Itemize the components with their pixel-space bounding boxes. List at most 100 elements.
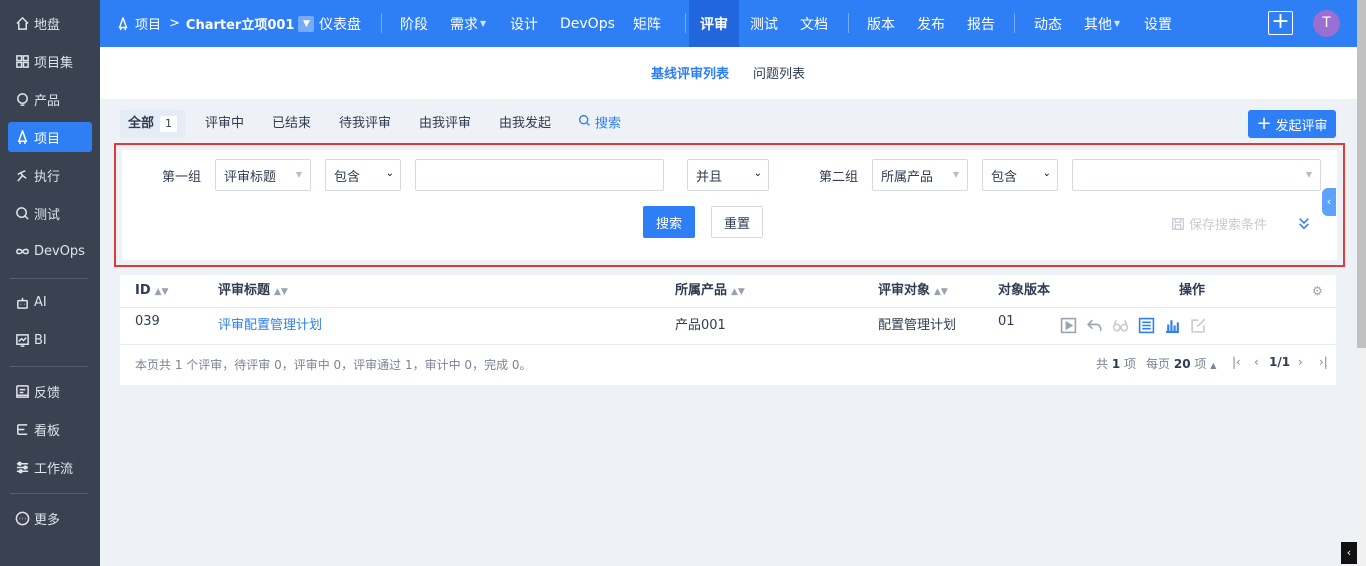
subtab-issue-list[interactable]: 问题列表 [753,63,805,82]
last-page-icon[interactable]: ›| [1319,355,1328,369]
group1-operator-select[interactable]: 包含 ⌄ [325,159,401,191]
nav-divider [848,13,849,33]
sidebar-item-project[interactable]: 项目 [8,122,92,152]
tab-all[interactable]: 全部 1 [120,110,186,138]
sidebar-divider [10,493,88,494]
sidebar-item-feedback[interactable]: 反馈 [8,376,92,406]
tab-version[interactable]: 版本 [867,0,895,47]
sort-icon: ▲▼ [934,287,948,297]
double-chevron-down-icon[interactable] [1297,216,1311,234]
chevron-down-icon[interactable]: ▼ [298,15,315,32]
logic-select[interactable]: 并且 ⌄ [687,159,769,191]
select-value: 包含 [334,169,361,185]
avatar[interactable]: T [1313,10,1340,37]
sidebar-item-label: 看板 [34,423,61,439]
sidebar-item-workflow[interactable]: 工作流 [8,452,92,482]
nav-divider [1014,13,1015,33]
breadcrumb-root[interactable]: 项目 [135,14,161,33]
pager-total-prefix: 共 [1096,357,1109,371]
sort-icon: ▲▼ [731,287,745,297]
sidebar-item-devops[interactable]: DevOps [8,236,92,266]
tab-reviewed-by-me[interactable]: 由我评审 [419,110,471,138]
sidebar-item-ai[interactable]: AI [8,287,92,317]
tab-design[interactable]: 设计 [510,0,538,47]
sidebar-item-bi[interactable]: BI [8,325,92,355]
group1-value-input[interactable] [415,159,664,191]
sidebar-item-product[interactable]: 产品 [8,84,92,114]
collapse-left-icon[interactable]: ‹ [1341,542,1357,564]
undo-icon[interactable] [1085,316,1103,334]
nav-divider [381,13,382,33]
group2-operator-select[interactable]: 包含 ⌄ [982,159,1058,191]
bar-chart-icon[interactable] [1163,316,1181,334]
search-toggle[interactable]: 搜索 [578,110,621,138]
table-summary: 本页共 1 个评审，待评审 0，评审中 0，评审通过 1，审计中 0，完成 0。 [135,358,532,372]
project-name[interactable]: Charter立项001 [186,14,295,33]
tab-activity[interactable]: 动态 [1034,0,1062,47]
tab-matrix[interactable]: 矩阵 [633,0,661,47]
sidebar-item-kanban[interactable]: 看板 [8,414,92,444]
group1-label: 第一组 [162,170,202,185]
rocket-icon [14,129,30,145]
tab-finished[interactable]: 已结束 [272,110,311,138]
save-search-condition[interactable]: 保存搜索条件 [1171,214,1267,233]
sidebar-item-test[interactable]: 测试 [8,198,92,228]
tab-release[interactable]: 发布 [917,0,945,47]
workflow-icon [14,459,30,475]
reset-button[interactable]: 重置 [711,206,763,238]
sidebar-item-program[interactable]: 项目集 [8,46,92,76]
add-icon[interactable]: + [1268,11,1293,35]
settings-icon[interactable]: ⚙ [1312,275,1323,307]
tab-reviewing[interactable]: 评审中 [205,110,244,138]
sidebar-item-execution[interactable]: 执行 [8,160,92,190]
tab-stage[interactable]: 阶段 [400,0,428,47]
tab-doc[interactable]: 文档 [800,0,828,47]
column-header-id[interactable]: ID ▲▼ [135,275,168,307]
create-review-button[interactable]: + 发起评审 [1248,110,1336,138]
scrollbar-thumb[interactable] [1357,0,1366,348]
group2-field-select[interactable]: 所属产品 ▼ [872,159,968,191]
column-header-version[interactable]: 对象版本 [998,275,1050,307]
tab-settings[interactable]: 设置 [1144,0,1172,47]
subtab-baseline-review-list[interactable]: 基线评审列表 [651,63,729,82]
tab-devops[interactable]: DevOps [560,0,615,47]
first-page-icon[interactable]: |‹ [1232,355,1241,369]
search-label: 搜索 [595,116,622,132]
magnifier-test-icon [14,205,30,221]
page-size-select[interactable]: 每页 20 项 ▲ [1146,355,1216,372]
submit-review-icon[interactable] [1059,316,1077,334]
select-value: 并且 [696,169,723,185]
tab-other[interactable]: 其他 ▼ [1084,0,1120,47]
tab-created-by-me[interactable]: 由我发起 [499,110,551,138]
tab-test[interactable]: 测试 [750,0,778,47]
tab-requirement[interactable]: 需求 ▼ [450,0,486,47]
review-glasses-icon[interactable] [1111,316,1129,334]
column-header-product[interactable]: 所属产品 ▲▼ [675,275,745,307]
button-label: 发起评审 [1275,118,1328,134]
sidebar-item-label: 反馈 [34,385,61,401]
more-icon [14,510,30,526]
prev-page-icon[interactable]: ‹ [1254,355,1259,369]
column-header-object[interactable]: 评审对象 ▲▼ [878,275,948,307]
select-value: 所属产品 [881,169,934,185]
group2-value-select[interactable]: ▼ [1072,159,1321,191]
search-button[interactable]: 搜索 [643,206,695,238]
sidebar-item-dashboard[interactable]: 地盘 [8,8,92,38]
sidebar-item-more[interactable]: 更多 [8,503,92,533]
chevron-down-icon: ⌄ [385,168,394,179]
next-page-icon[interactable]: › [1298,355,1303,369]
breadcrumb[interactable]: 项目 > Charter立项001 ▼ [116,0,315,47]
tab-waiting-my-review[interactable]: 待我评审 [339,110,391,138]
group1-field-select[interactable]: 评审标题 ▼ [215,159,311,191]
tab-dashboard[interactable]: 仪表盘 [319,0,361,47]
tab-report[interactable]: 报告 [967,0,995,47]
select-value: 评审标题 [224,169,277,185]
edit-icon[interactable] [1189,316,1207,334]
column-header-title[interactable]: 评审标题 ▲▼ [218,275,288,307]
tab-review[interactable]: 评审 [689,0,739,47]
report-list-icon[interactable] [1137,316,1155,334]
chevron-down-icon: ▼ [952,170,959,179]
chevron-left-icon[interactable]: ‹ [1322,188,1336,216]
pager-total: 共 1 项 [1096,355,1136,372]
cell-title-link[interactable]: 评审配置管理计划 [218,314,322,333]
